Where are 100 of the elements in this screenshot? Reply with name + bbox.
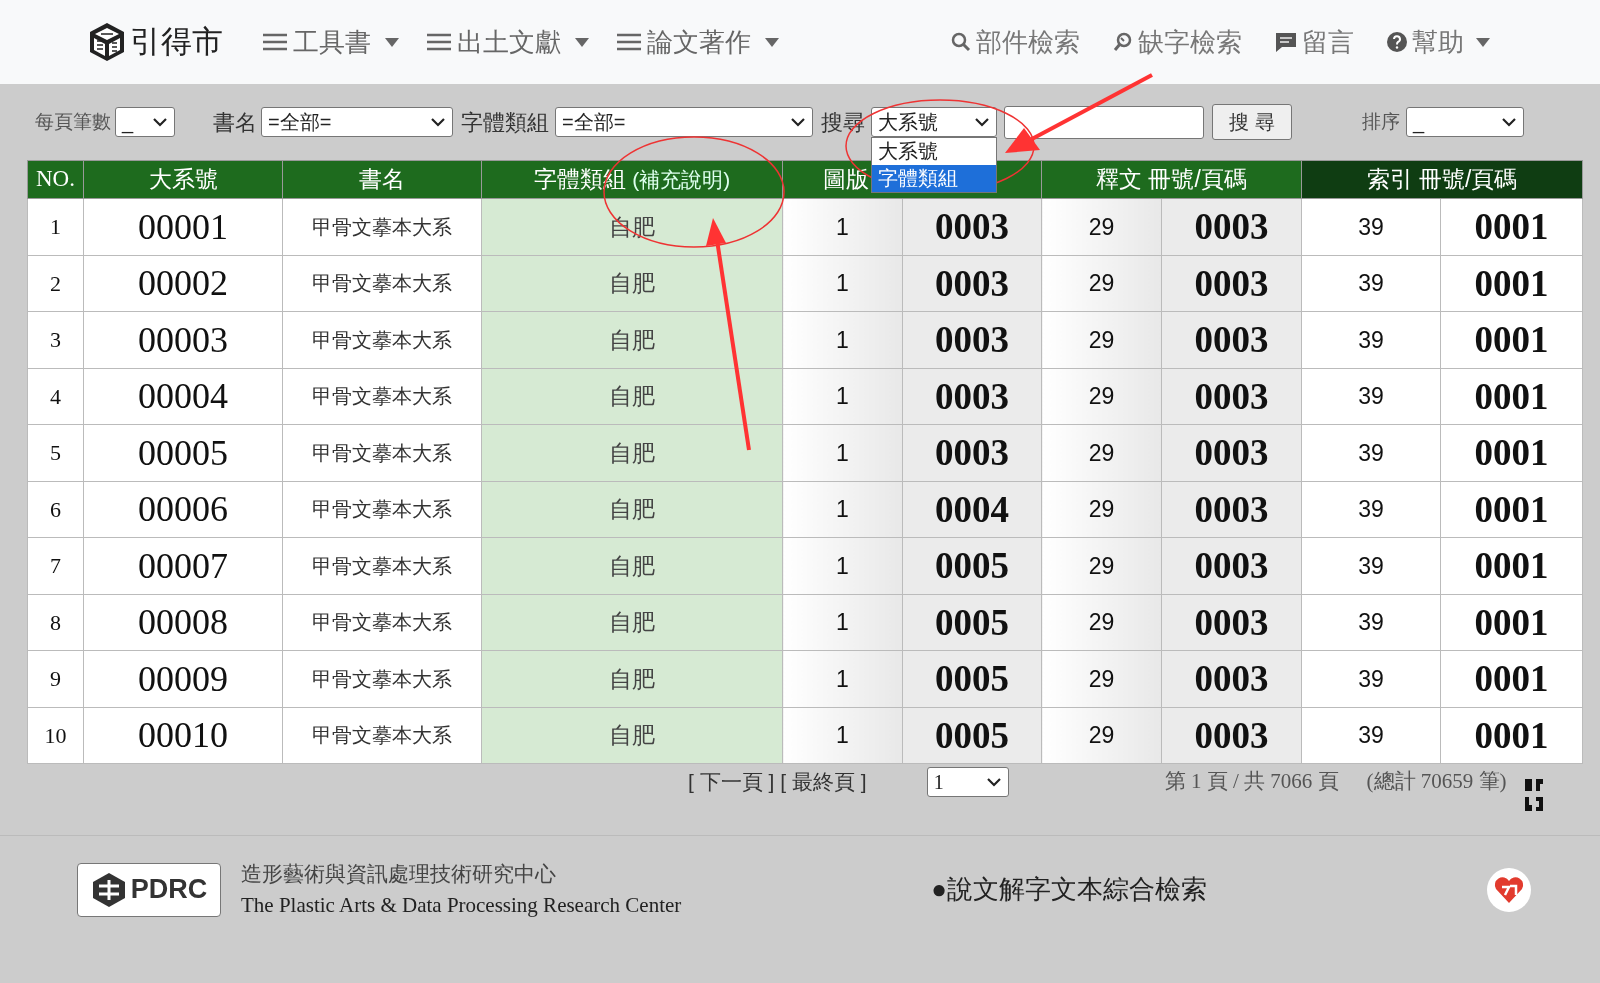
table-cell: 甲骨文摹本大系 [282,368,482,425]
table-cell: 甲骨文摹本大系 [282,481,482,538]
table-cell: 1 [782,594,903,651]
table-cell: 0005 [902,650,1042,707]
table-cell: 0003 [1161,537,1302,594]
table-cell: 0003 [1161,255,1302,312]
search-type-select[interactable]: 大系號 [871,107,997,137]
chat-icon [1274,31,1298,53]
table-cell: 1 [782,650,903,707]
menu-dropdown[interactable]: 論文著作 [617,22,779,62]
per-page-select[interactable]: _ [115,107,175,137]
table-cell: 甲骨文摹本大系 [282,650,482,707]
row-number: 9 [27,650,84,707]
pagination-link[interactable]: [ 下一頁 ] [688,766,775,798]
menu-dropdown[interactable]: 工具書 [263,22,399,62]
row-number: 7 [27,537,84,594]
table-cell: 1 [782,537,903,594]
table-cell: 39 [1301,368,1441,425]
table-cell: 29 [1041,368,1162,425]
column-header: 書名 [282,160,482,199]
table-cell: 甲骨文摹本大系 [282,537,482,594]
table-cell: 39 [1301,481,1441,538]
table-cell: 0003 [1161,594,1302,651]
table-cell: 39 [1301,198,1441,255]
table-cell: 0003 [1161,707,1302,764]
table-cell: 0001 [1440,311,1583,368]
nav-link[interactable]: 留言 [1274,22,1354,62]
field-label: 每頁筆數 [35,109,111,134]
table-cell: 1 [782,424,903,481]
field-label: 書名 [213,108,257,137]
table-cell: 29 [1041,707,1162,764]
grid-icon [1522,779,1545,813]
caret-icon [575,37,589,47]
table-cell: 29 [1041,311,1162,368]
table-cell: 自肥 [481,255,783,312]
row-number: 6 [27,481,84,538]
table-cell: 自肥 [481,424,783,481]
pagination-link[interactable]: [ 最終頁 ] [780,766,867,798]
table-cell: 自肥 [481,311,783,368]
search-icon [950,31,972,53]
search-button[interactable]: 搜 尋 [1212,104,1292,140]
nav-link[interactable]: 幫助 [1386,22,1490,62]
table-cell: 0003 [1161,424,1302,481]
table-cell: 39 [1301,255,1441,312]
table-cell: 0003 [902,424,1042,481]
column-header: 釋文 冊號/頁碼 [1041,160,1302,199]
table-cell: 甲骨文摹本大系 [282,311,482,368]
cube-logo-icon [88,22,126,62]
table-cell: 0001 [1440,594,1583,651]
row-number: 3 [27,311,84,368]
table-cell: 甲骨文摹本大系 [282,707,482,764]
table-cell: 0003 [902,198,1042,255]
table-cell: 00010 [83,707,283,764]
table-cell: 0003 [1161,198,1302,255]
book-select[interactable]: =全部= [261,107,453,137]
table-cell: 29 [1041,198,1162,255]
table-cell: 00006 [83,481,283,538]
table-cell: 1 [782,368,903,425]
table-cell: 0003 [902,311,1042,368]
nav-link[interactable]: 缺字檢索 [1112,22,1242,62]
row-number: 10 [27,707,84,764]
record-total: (總計 70659 筆) [1366,768,1507,796]
search-input-field[interactable] [1004,105,1204,139]
table-cell: 0001 [1440,650,1583,707]
group-select[interactable]: =全部= [555,107,813,137]
table-cell: 甲骨文摹本大系 [282,198,482,255]
row-number: 1 [27,198,84,255]
help-icon [1386,31,1408,53]
table-cell: 29 [1041,424,1162,481]
pdrc-logo: PDRC [77,862,221,917]
table-cell: 0003 [1161,311,1302,368]
row-number: 8 [27,594,84,651]
chevron-icon [430,117,446,127]
table-cell: 0003 [1161,650,1302,707]
table-cell: 0001 [1440,255,1583,312]
table-cell: 自肥 [481,537,783,594]
site-brand[interactable]: 引得市 [130,18,223,66]
dropdown-option[interactable]: 字體類組 [872,165,996,192]
table-cell: 1 [782,481,903,538]
search-icon [1112,31,1134,53]
table-cell: 0005 [902,707,1042,764]
table-cell: 00009 [83,650,283,707]
field-label: 字體類組 [461,108,549,137]
sort-select[interactable]: _ [1406,107,1524,137]
nav-link[interactable]: 部件檢索 [950,22,1080,62]
table-cell: 自肥 [481,368,783,425]
chevron-icon [790,117,806,127]
page-select[interactable]: 1 [926,767,1009,797]
menu-icon [263,33,287,51]
chevron-icon [985,777,1002,787]
menu-dropdown[interactable]: 出土文獻 [427,22,589,62]
table-cell: 39 [1301,650,1441,707]
chevron-icon [1501,117,1517,127]
table-cell: 00008 [83,594,283,651]
table-cell: 29 [1041,481,1162,538]
table-cell: 0001 [1440,368,1583,425]
footer-link[interactable]: ●說文解字文本綜合檢索 [931,870,1208,909]
menu-icon [617,33,641,51]
table-cell: 39 [1301,594,1441,651]
row-number: 5 [27,424,84,481]
